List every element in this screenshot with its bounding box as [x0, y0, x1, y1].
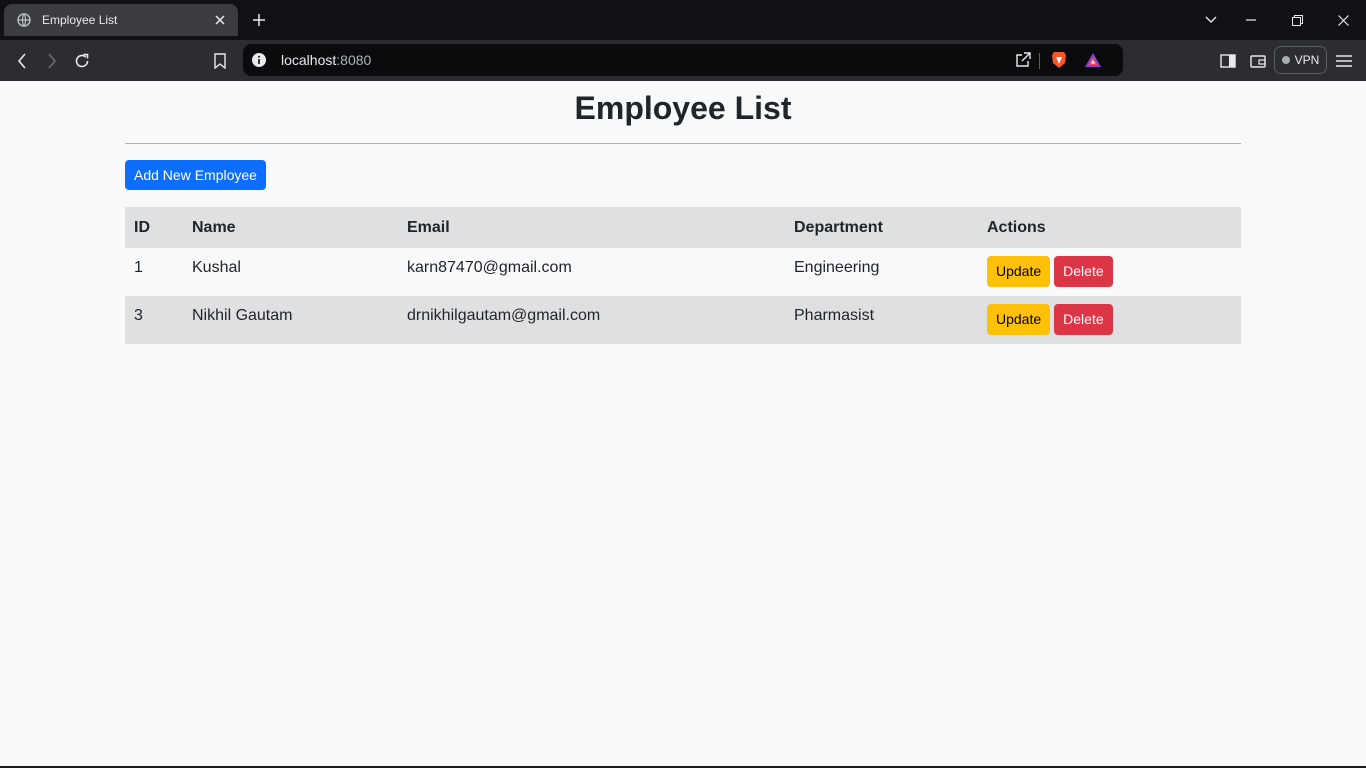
delete-button[interactable]: Delete: [1054, 256, 1113, 287]
column-header-email: Email: [398, 207, 785, 248]
cell-department: Pharmasist: [785, 296, 978, 344]
browser-toolbar: localhost:8080 VPN: [0, 40, 1366, 81]
page-title: Employee List: [574, 90, 792, 126]
cell-email: drnikhilgautam@gmail.com: [398, 296, 785, 344]
update-button[interactable]: Update: [987, 256, 1051, 287]
tab-strip: Employee List: [0, 0, 1366, 40]
reload-icon[interactable]: [71, 50, 93, 72]
cell-id: 1: [134, 259, 143, 276]
table-row: 1 Kushal karn87470@gmail.com Engineering…: [125, 248, 1241, 296]
address-bar[interactable]: localhost:8080: [243, 44, 1123, 76]
globe-icon: [16, 12, 32, 28]
cell-email: karn87470@gmail.com: [407, 259, 572, 276]
omnibox-separator: [1039, 53, 1040, 69]
column-header-id: ID: [125, 207, 183, 248]
plus-icon[interactable]: [250, 11, 268, 29]
chevron-down-icon[interactable]: [1201, 10, 1221, 30]
url-port: :8080: [336, 52, 372, 68]
page-viewport: Employee List Add New Employee ID Name E…: [0, 81, 1366, 766]
wallet-icon[interactable]: [1247, 50, 1269, 72]
delete-button[interactable]: Delete: [1054, 304, 1113, 335]
update-button[interactable]: Update: [987, 304, 1051, 335]
back-icon[interactable]: [11, 50, 33, 72]
browser-tab[interactable]: Employee List: [4, 4, 238, 36]
share-icon[interactable]: [1013, 50, 1033, 70]
column-header-department: Department: [785, 207, 978, 248]
bookmark-icon[interactable]: [209, 50, 231, 72]
divider: [125, 143, 1241, 144]
info-icon[interactable]: [251, 52, 267, 68]
sidebar-icon[interactable]: [1217, 50, 1239, 72]
menu-icon[interactable]: [1333, 50, 1355, 72]
content-container: Employee List Add New Employee ID Name E…: [125, 81, 1241, 344]
restore-icon[interactable]: [1287, 10, 1307, 30]
cell-name: Nikhil Gautam: [183, 296, 398, 344]
vpn-status-icon: [1281, 56, 1290, 64]
cell-actions: Update Delete: [978, 296, 1241, 344]
column-header-actions: Actions: [978, 207, 1241, 248]
close-icon[interactable]: [212, 12, 228, 28]
table-header-row: ID Name Email Department Actions: [125, 207, 1241, 248]
url-text[interactable]: localhost:8080: [281, 52, 371, 68]
forward-icon[interactable]: [41, 50, 63, 72]
cell-department: Engineering: [794, 259, 880, 276]
cell-id: 3: [125, 296, 183, 344]
window-close-icon[interactable]: [1333, 10, 1353, 30]
vpn-label: VPN: [1294, 53, 1320, 67]
url-host: localhost: [281, 52, 337, 68]
column-header-name: Name: [183, 207, 398, 248]
tab-title: Employee List: [42, 13, 118, 27]
vpn-button[interactable]: VPN: [1274, 46, 1327, 74]
brave-shield-icon[interactable]: [1049, 50, 1069, 70]
employee-table: ID Name Email Department Actions 1 Kusha…: [125, 207, 1241, 344]
minimize-icon[interactable]: [1241, 10, 1261, 30]
cell-name: Kushal: [192, 259, 241, 276]
brave-rewards-icon[interactable]: [1083, 50, 1103, 70]
table-row: 3 Nikhil Gautam drnikhilgautam@gmail.com…: [125, 296, 1241, 344]
add-employee-button[interactable]: Add New Employee: [125, 160, 266, 190]
cell-actions: Update Delete: [978, 248, 1241, 296]
